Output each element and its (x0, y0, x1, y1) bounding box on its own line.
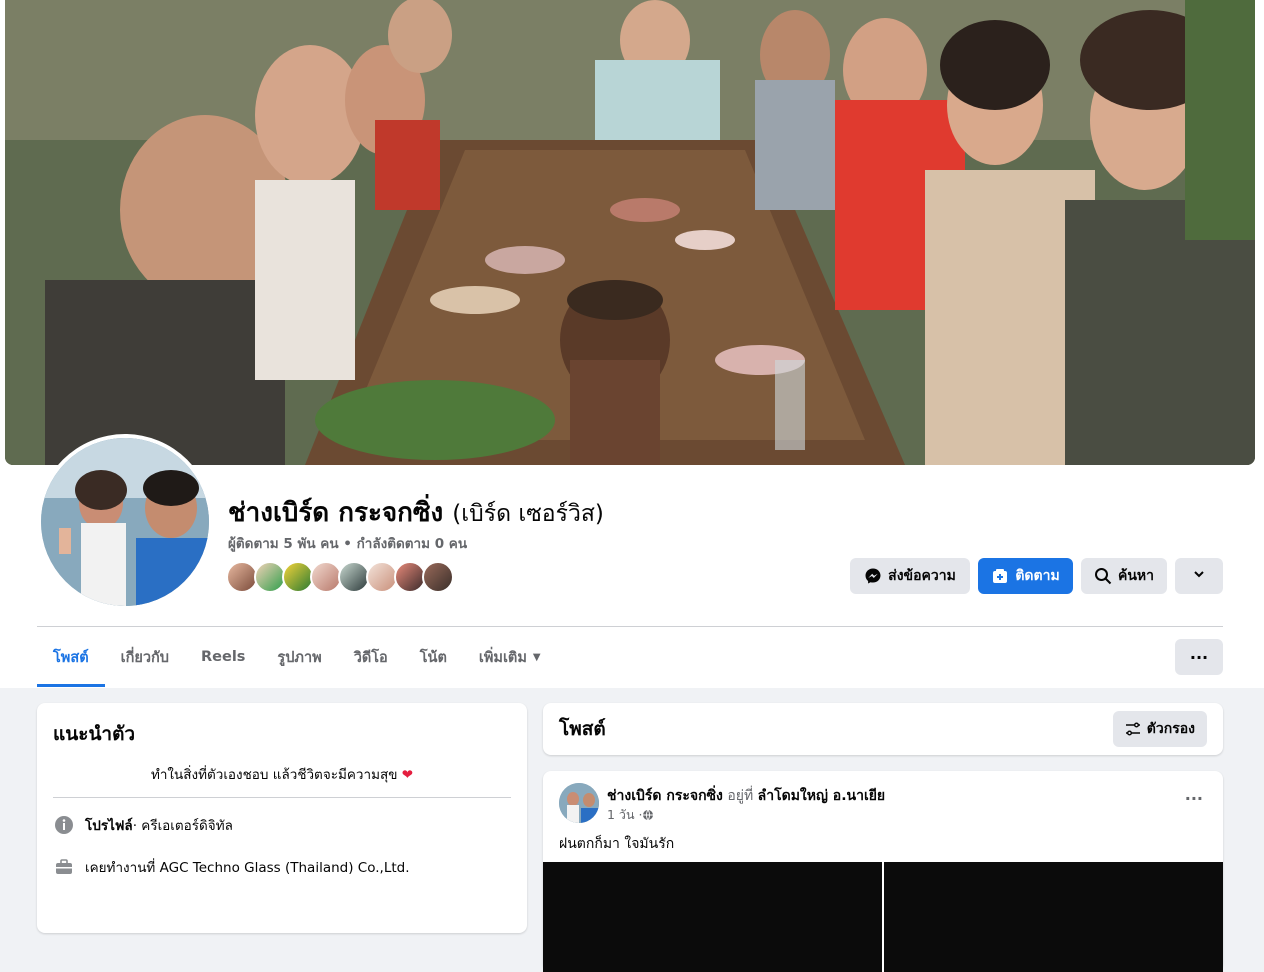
post-media-image[interactable] (543, 862, 882, 972)
page-title: ช่างเบิร์ด กระจกซิ่ง (เบิร์ด เซอร์วิส) (228, 492, 604, 533)
intro-profile-row: โปรไฟล์ · ครีเอเตอร์ดิจิทัล (53, 814, 511, 836)
post-meta: 1 วัน · (607, 805, 654, 825)
filter-icon (1125, 721, 1141, 737)
cover-photo[interactable] (5, 0, 1255, 465)
tab-videos[interactable]: วิดีโอ (338, 627, 404, 687)
post-location[interactable]: ลำโดมใหญ่ อ.นาเยีย (758, 788, 886, 804)
message-button[interactable]: ส่งข้อความ (850, 558, 970, 594)
intro-profile-category: · ครีเอเตอร์ดิจิทัล (132, 818, 233, 834)
heart-icon: ❤ (401, 767, 414, 783)
tab-photos[interactable]: รูปภาพ (261, 627, 337, 687)
messenger-icon (864, 567, 882, 585)
tab-reels[interactable]: Reels (185, 627, 261, 687)
tab-label: รูปภาพ (277, 649, 322, 666)
post-at-word: อยู่ที่ (722, 788, 758, 804)
follower-avatars[interactable] (226, 561, 454, 595)
cover-photo-illustration (5, 0, 1255, 465)
briefcase-icon (53, 856, 75, 878)
post-author-name[interactable]: ช่างเบิร์ด กระจกซิ่ง (607, 788, 723, 804)
profile-actions: ส่งข้อความ ติดตาม ค้นหา (850, 558, 1223, 594)
intro-bio: ทำในสิ่งที่ตัวเองชอบ แล้วชีวิตจะมีความสุ… (53, 763, 511, 798)
intro-card: แนะนำตัว ทำในสิ่งที่ตัวเองชอบ แล้วชีวิตจ… (37, 703, 527, 933)
globe-icon (642, 809, 654, 821)
more-options-button[interactable]: ··· (1175, 639, 1223, 675)
profile-dropdown-button[interactable] (1175, 558, 1223, 594)
post-author-avatar[interactable] (559, 783, 599, 823)
intro-title: แนะนำตัว (53, 723, 136, 745)
search-button-label: ค้นหา (1117, 568, 1155, 584)
profile-avatar[interactable] (37, 434, 213, 610)
more-dots-icon: ··· (1189, 647, 1209, 667)
tab-label: โพสต์ (53, 649, 89, 666)
profile-avatar-illustration (41, 438, 209, 606)
tab-label: วิดีโอ (353, 649, 388, 666)
intro-work-text: เคยทำงานที่ AGC Techno Glass (Thailand) … (85, 860, 410, 876)
post-avatar-illustration (559, 783, 599, 823)
profile-header: ช่างเบิร์ด กระจกซิ่ง (เบิร์ด เซอร์วิส) ผ… (0, 0, 1264, 688)
profile-alt-name: (เบิร์ด เซอร์วิส) (452, 501, 604, 527)
search-button[interactable]: ค้นหา (1081, 558, 1167, 594)
tab-notes[interactable]: โน้ต (404, 627, 463, 687)
post-card: ช่างเบิร์ด กระจกซิ่ง อยู่ที่ ลำโดมใหญ่ อ… (543, 771, 1223, 972)
post-options-button[interactable]: ··· (1185, 789, 1203, 808)
post-author-line: ช่างเบิร์ด กระจกซิ่ง อยู่ที่ ลำโดมใหญ่ อ… (607, 785, 885, 807)
message-button-label: ส่งข้อความ (888, 568, 956, 584)
intro-work-row: เคยทำงานที่ AGC Techno Glass (Thailand) … (53, 856, 511, 878)
follower-count[interactable]: ผู้ติดตาม 5 พัน คน • กำลังติดตาม 0 คน (228, 532, 467, 554)
follow-plus-icon (991, 567, 1009, 585)
posts-header-card: โพสต์ ตัวกรอง (543, 703, 1223, 755)
post-media-image[interactable] (884, 862, 1223, 972)
tab-label: เพิ่มเติม (478, 649, 527, 666)
profile-tabs: โพสต์ เกี่ยวกับ Reels รูปภาพ วิดีโอ โน้ต… (37, 627, 557, 687)
post-text: ฝนตกก็มา ใจมันรัก (559, 836, 675, 852)
chevron-down-icon (1192, 567, 1206, 585)
filter-button[interactable]: ตัวกรอง (1112, 711, 1207, 747)
tab-more[interactable]: เพิ่มเติม ▼ (463, 627, 557, 687)
post-media[interactable] (543, 862, 1223, 972)
tab-label: โน้ต (419, 649, 447, 666)
more-dots-icon: ··· (1184, 789, 1203, 808)
intro-bio-text: ทำในสิ่งที่ตัวเองชอบ แล้วชีวิตจะมีความสุ… (150, 767, 398, 783)
tab-label: Reels (200, 649, 246, 665)
caret-down-icon: ▼ (532, 651, 541, 663)
info-icon (53, 814, 75, 836)
tab-about[interactable]: เกี่ยวกับ (105, 627, 185, 687)
tab-label: เกี่ยวกับ (120, 649, 169, 666)
post-time[interactable]: 1 วัน · (607, 805, 642, 825)
posts-title: โพสต์ (559, 718, 606, 740)
profile-avatar-photo (41, 438, 209, 606)
tab-posts[interactable]: โพสต์ (37, 627, 105, 687)
search-icon (1094, 567, 1112, 585)
filter-button-label: ตัวกรอง (1146, 721, 1195, 737)
follow-button-label: ติดตาม (1015, 568, 1060, 584)
intro-profile-label: โปรไฟล์ (85, 818, 133, 834)
follow-button[interactable]: ติดตาม (978, 558, 1073, 594)
profile-name: ช่างเบิร์ด กระจกซิ่ง (228, 498, 444, 528)
follower-avatar[interactable] (422, 561, 454, 593)
